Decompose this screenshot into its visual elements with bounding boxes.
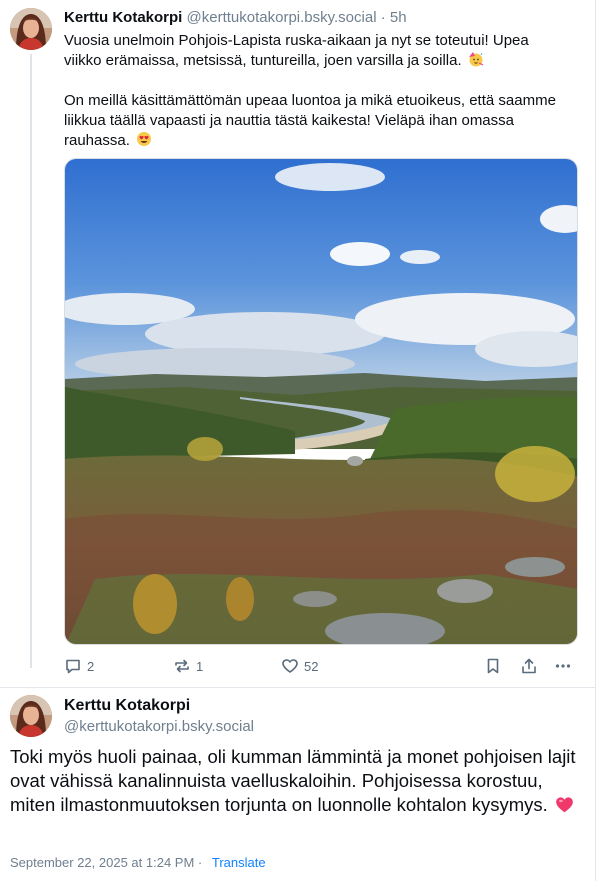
post-paragraph-text: Vuosia unelmoin Pohjois-Lapista ruska-ai… — [64, 32, 529, 69]
share-icon — [522, 658, 536, 674]
repost-icon — [175, 659, 189, 673]
post-body: Toki myös huoli painaa, oli kumman lämmi… — [10, 746, 576, 815]
author-name[interactable]: Kerttu Kotakorpi — [64, 9, 182, 26]
like-button[interactable]: 52 — [281, 655, 318, 677]
like-count: 52 — [304, 658, 319, 674]
reply-button[interactable]: 2 — [64, 655, 94, 677]
translate-link[interactable]: Translate — [212, 855, 266, 870]
partying-face-emoji-icon — [468, 52, 484, 67]
post-time[interactable]: 5h — [390, 9, 407, 26]
post-text: Toki myös huoli painaa, oli kumman lämmi… — [10, 745, 580, 817]
avatar[interactable] — [10, 695, 52, 737]
author-handle[interactable]: @kerttukotakorpi.bsky.social — [187, 9, 377, 26]
avatar[interactable] — [10, 8, 52, 50]
separator-dot: · — [380, 9, 386, 26]
post-meta: September 22, 2025 at 1:24 PM · Translat… — [10, 855, 266, 870]
post-text: Vuosia unelmoin Pohjois-Lapista ruska-ai… — [64, 31, 564, 151]
more-options-button[interactable] — [554, 655, 572, 677]
thread-line — [30, 54, 32, 668]
bookmark-icon — [487, 658, 499, 674]
post-image[interactable] — [64, 158, 578, 645]
bookmark-button[interactable] — [484, 655, 502, 677]
repost-button[interactable]: 1 — [173, 655, 203, 677]
separator-dot: · — [197, 855, 203, 870]
post-header: Kerttu Kotakorpi @kerttukotakorpi.bsky.s… — [64, 9, 407, 26]
author-handle[interactable]: @kerttukotakorpi.bsky.social — [64, 718, 254, 735]
author-name[interactable]: Kerttu Kotakorpi — [64, 697, 190, 715]
heart-eyes-emoji-icon — [137, 132, 152, 146]
like-icon — [282, 659, 298, 673]
pink-heart-emoji-icon — [556, 797, 573, 813]
post-paragraph: Vuosia unelmoin Pohjois-Lapista ruska-ai… — [64, 31, 564, 71]
landscape-photo-icon — [65, 159, 577, 644]
more-icon — [555, 664, 571, 668]
reply-icon — [66, 659, 80, 674]
reply-count: 2 — [87, 658, 95, 674]
post-paragraph: On meillä käsittämättömän upeaa luontoa … — [64, 91, 564, 151]
share-button[interactable] — [520, 655, 538, 677]
post-actions: 2 1 52 — [64, 655, 576, 677]
repost-count: 1 — [196, 658, 204, 674]
parent-post[interactable]: Kerttu Kotakorpi @kerttukotakorpi.bsky.s… — [0, 0, 595, 688]
post-divider — [0, 687, 595, 688]
post-timestamp[interactable]: September 22, 2025 at 1:24 PM — [10, 855, 194, 870]
